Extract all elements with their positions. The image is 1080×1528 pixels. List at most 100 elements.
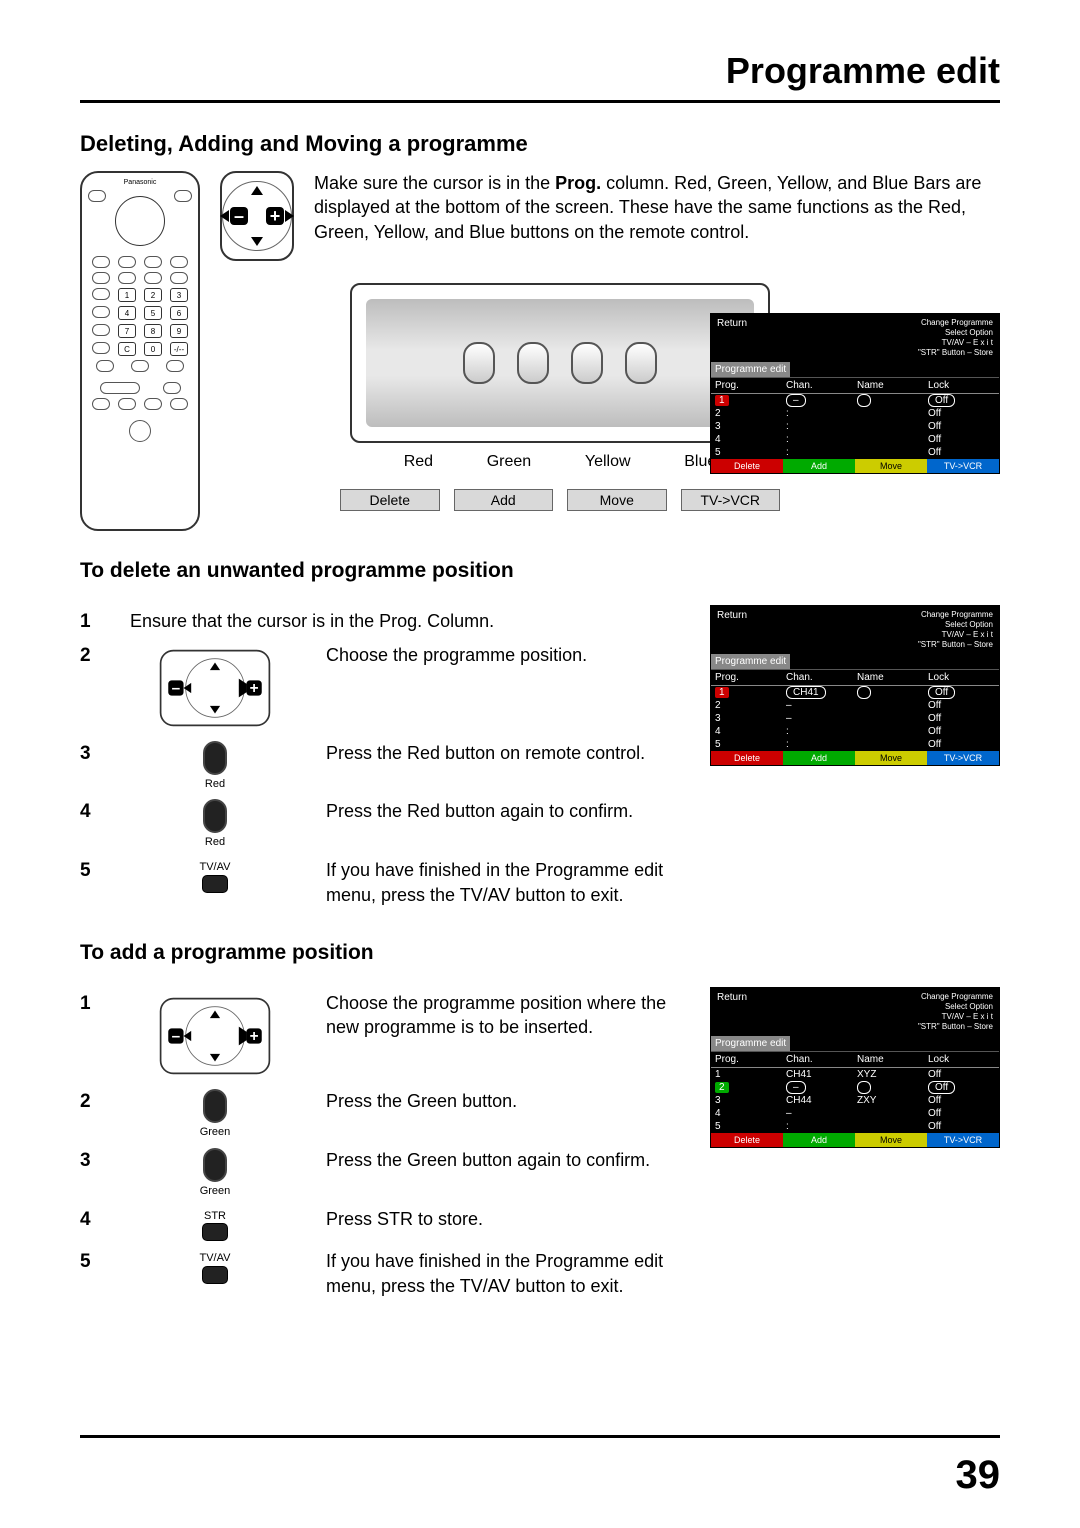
delete-step-4: 4 Red Press the Red button again to conf… bbox=[80, 799, 670, 850]
osd-bot-delete: Delete bbox=[711, 459, 783, 473]
osd-bot-add: Add bbox=[783, 459, 855, 473]
tvav-button-icon bbox=[202, 1266, 228, 1284]
bottom-rule bbox=[80, 1435, 1000, 1438]
osd-return: Return bbox=[717, 610, 747, 621]
osd-hint: Change Programme bbox=[918, 610, 993, 620]
osd-bot: Move bbox=[855, 751, 927, 765]
osd-hint: Select Option bbox=[918, 620, 993, 630]
add-heading: To add a programme position bbox=[80, 941, 1000, 965]
osd-title: Programme edit bbox=[711, 362, 790, 377]
osd-row: 2–Off bbox=[711, 699, 999, 712]
osd-row: 3:Off bbox=[711, 420, 999, 433]
tv-action-labels: Delete Add Move TV->VCR bbox=[340, 489, 780, 511]
delete-step-5-text: If you have finished in the Programme ed… bbox=[326, 858, 670, 907]
delete-step-5: 5 TV/AV If you have finished in the Prog… bbox=[80, 858, 670, 907]
step-number: 1 bbox=[80, 609, 104, 635]
label-red: Red bbox=[404, 453, 433, 471]
osd-col-chan: Chan. bbox=[786, 380, 853, 391]
intro-pre: Make sure the cursor is in the bbox=[314, 173, 555, 193]
page-number: 39 bbox=[956, 1453, 1001, 1498]
tv-front-panel bbox=[350, 283, 770, 443]
str-caption: STR bbox=[204, 1209, 226, 1224]
green-button-icon bbox=[203, 1089, 227, 1123]
add-step-5-text: If you have finished in the Programme ed… bbox=[326, 1249, 670, 1298]
green-caption: Green bbox=[200, 1125, 231, 1140]
osd-col: Lock bbox=[928, 1054, 995, 1065]
osd-row: 5:Off bbox=[711, 446, 999, 459]
osd-col: Chan. bbox=[786, 672, 853, 683]
step-number: 4 bbox=[80, 1207, 104, 1233]
osd-bot: Add bbox=[783, 1133, 855, 1147]
osd-hint: Change Programme bbox=[918, 992, 993, 1002]
osd-col: Lock bbox=[928, 672, 995, 683]
osd-col: Chan. bbox=[786, 1054, 853, 1065]
delete-step-3: 3 Red Press the Red button on remote con… bbox=[80, 741, 670, 792]
up-arrow-icon bbox=[251, 186, 263, 195]
osd-row: 5:Off bbox=[711, 738, 999, 751]
osd-row: 2–Off bbox=[711, 1081, 999, 1094]
str-button-icon bbox=[202, 1223, 228, 1241]
add-step-1: 1 –+ Choose the programme position where… bbox=[80, 991, 670, 1081]
osd-return: Return bbox=[717, 318, 747, 329]
top-rule bbox=[80, 100, 1000, 103]
osd-row: 1CH41Off bbox=[711, 686, 999, 699]
tvav-caption: TV/AV bbox=[200, 860, 231, 875]
osd-hint-4: "STR" Button – Store bbox=[918, 348, 993, 358]
tvav-button-icon bbox=[202, 875, 228, 893]
red-caption: Red bbox=[205, 835, 225, 850]
intro-bold: Prog. bbox=[555, 173, 601, 193]
osd-return: Return bbox=[717, 992, 747, 1003]
osd-hint-3: TV/AV – E x i t bbox=[918, 338, 993, 348]
tv-blue-button bbox=[625, 342, 657, 384]
step-number: 4 bbox=[80, 799, 104, 825]
delete-step-1-text: Ensure that the cursor is in the Prog. C… bbox=[130, 609, 670, 633]
left-arrow-icon bbox=[220, 210, 229, 222]
osd-bot: Delete bbox=[711, 751, 783, 765]
tv-yellow-button bbox=[571, 342, 603, 384]
osd-hint: "STR" Button – Store bbox=[918, 1022, 993, 1032]
right-arrow-icon bbox=[285, 210, 294, 222]
step-number: 5 bbox=[80, 1249, 104, 1275]
red-caption: Red bbox=[205, 777, 225, 792]
action-move: Move bbox=[567, 489, 667, 511]
osd-row: 4:Off bbox=[711, 433, 999, 446]
osd-hint-1: Change Programme bbox=[918, 318, 993, 328]
step-number: 3 bbox=[80, 1148, 104, 1174]
osd-col-prog: Prog. bbox=[715, 380, 782, 391]
action-tv-vcr: TV->VCR bbox=[681, 489, 781, 511]
add-step-1-text: Choose the programme position where the … bbox=[326, 991, 670, 1040]
osd-row: 4–Off bbox=[711, 1107, 999, 1120]
osd-bot: Move bbox=[855, 1133, 927, 1147]
delete-step-2: 2 –+ Choose the programme position. bbox=[80, 643, 670, 733]
osd-col: Name bbox=[857, 672, 924, 683]
osd-screen-2: Return Change Programme Select Option TV… bbox=[710, 605, 1000, 766]
osd-screen-1: Return Change Programme Select Option TV… bbox=[710, 313, 1000, 474]
osd-hint: "STR" Button – Store bbox=[918, 640, 993, 650]
step-number: 2 bbox=[80, 1089, 104, 1115]
red-button-icon bbox=[203, 799, 227, 833]
step-number: 1 bbox=[80, 991, 104, 1017]
tvav-caption: TV/AV bbox=[200, 1251, 231, 1266]
add-step-4-text: Press STR to store. bbox=[326, 1207, 670, 1231]
action-add: Add bbox=[454, 489, 554, 511]
delete-step-3-text: Press the Red button on remote control. bbox=[326, 741, 670, 765]
osd-col: Prog. bbox=[715, 672, 782, 683]
tv-green-button bbox=[517, 342, 549, 384]
delete-heading: To delete an unwanted programme position bbox=[80, 559, 1000, 583]
osd-col: Prog. bbox=[715, 1054, 782, 1065]
intro-text: Make sure the cursor is in the Prog. col… bbox=[314, 171, 1000, 244]
step-number: 2 bbox=[80, 643, 104, 669]
tv-red-button bbox=[463, 342, 495, 384]
remote-brand: Panasonic bbox=[88, 179, 192, 186]
add-step-3-text: Press the Green button again to confirm. bbox=[326, 1148, 670, 1172]
red-button-icon bbox=[203, 741, 227, 775]
osd-row: 1CH41XYZOff bbox=[711, 1068, 999, 1081]
step-number: 3 bbox=[80, 741, 104, 767]
action-delete: Delete bbox=[340, 489, 440, 511]
osd-col-name: Name bbox=[857, 380, 924, 391]
tv-colour-labels: Red Green Yellow Blue bbox=[350, 453, 770, 471]
osd-bot: TV->VCR bbox=[927, 751, 999, 765]
osd-bot: Add bbox=[783, 751, 855, 765]
osd-bot-tvvcr: TV->VCR bbox=[927, 459, 999, 473]
plus-icon: + bbox=[266, 207, 284, 225]
